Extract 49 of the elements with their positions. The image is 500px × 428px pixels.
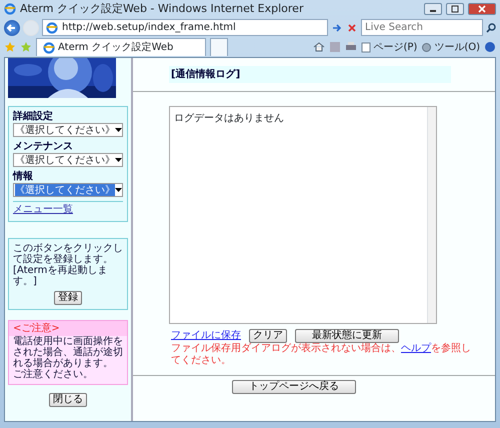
tools-menu[interactable]: ツール(O) [421,40,480,54]
menu-label: 詳細設定 [13,111,54,123]
section-heading: [通信情報ログ] [169,66,451,83]
page-icon [43,42,55,54]
new-tab-button[interactable] [210,38,228,56]
help-link[interactable]: ヘルプ [401,343,431,354]
printer-icon[interactable] [345,41,358,53]
minimize-button[interactable] [424,3,442,15]
caution-title: <ご注意> [9,321,127,336]
log-text: ログデータはありません [173,112,285,126]
close-button[interactable] [468,3,496,15]
clear-button[interactable]: クリア [249,328,287,342]
caret-icon [115,158,122,162]
caret-icon [115,188,122,192]
page-menu[interactable]: ページ(P) [361,40,418,54]
refresh-icon[interactable] [331,22,343,34]
search-icon[interactable] [486,22,496,32]
scrollbar[interactable] [427,107,436,323]
browser-logo-icon [4,3,16,15]
log-textarea[interactable]: ログデータはありません [169,106,437,324]
caution-text: 電話使用中に画面操作をされた場合、通話が途切れる場合があります。 [12,336,124,369]
home-icon[interactable] [313,41,326,53]
stop-icon[interactable] [346,22,358,34]
address-field[interactable]: http://web.setup/index_frame.html [42,19,328,36]
caret-icon [115,128,122,132]
page-icon [46,22,58,34]
window-title: Aterm クイック設定Web - Windows Internet Explorer [20,0,304,17]
dropdown[interactable]: 《選択してください》 [13,123,123,137]
menu-label: 情報 [13,171,34,183]
register-button[interactable]: 登録 [54,291,82,305]
close-icon [478,5,486,14]
dropdown[interactable]: 《選択してください》 [13,153,123,167]
star-icon[interactable] [4,41,16,53]
menu-label: メンテナンス [13,141,74,153]
browser-tab[interactable]: Aterm クイック設定Web [36,38,206,56]
maximize-icon [451,5,459,14]
dropdown[interactable]: 《選択してください》 [13,183,123,197]
back-to-top-button[interactable]: トップページへ戻る [232,380,356,394]
page-icon [361,42,372,52]
notice-text: ファイル保存用ダイアログが表示されない場合は、ヘルプを参照してください。 [171,343,471,367]
refresh-button[interactable]: 最新状態に更新 [295,328,399,342]
back-button[interactable] [4,20,20,36]
register-note: このボタンをクリックして設定を登録します。[Atermを再起動します。] [13,243,123,287]
caution-text: ご注意ください。 [12,369,94,382]
search-field[interactable]: Live Search [361,19,483,36]
maximize-button[interactable] [446,3,464,15]
menu-list-link[interactable]: メニュー一覧 [13,201,123,217]
close-window-button[interactable]: 閉じる [49,393,87,407]
save-file-link[interactable]: ファイルに保存 [171,328,241,343]
